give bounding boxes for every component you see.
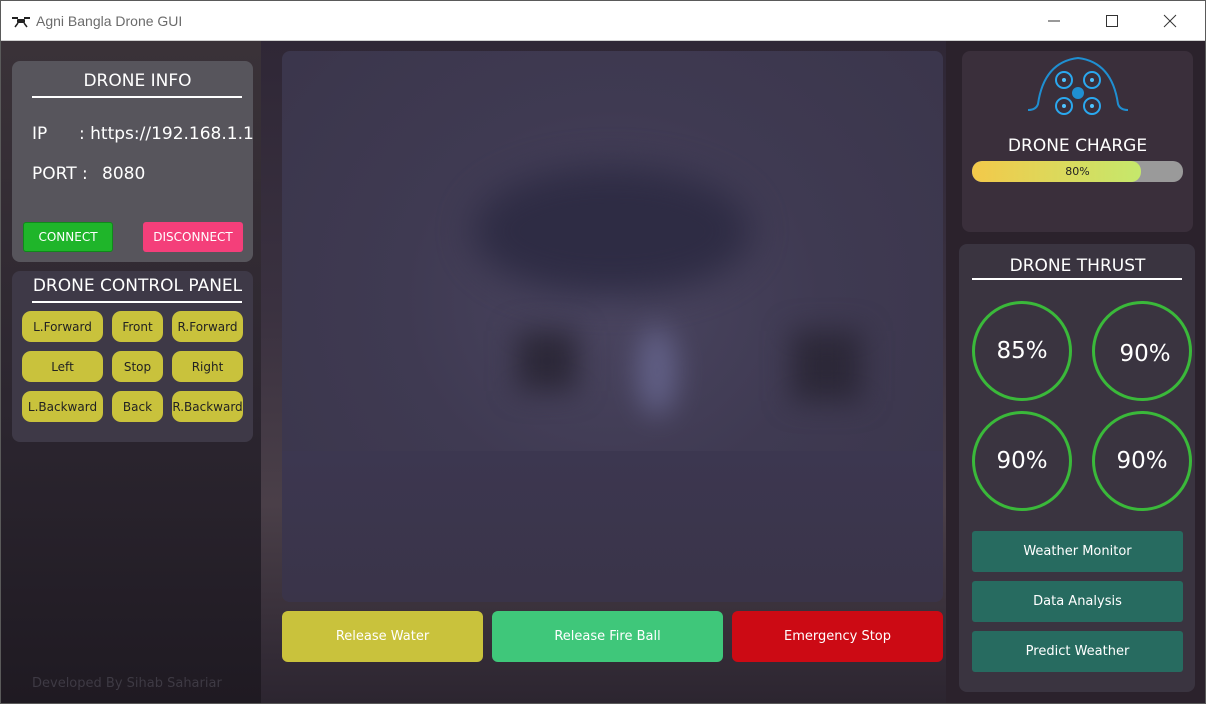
drone-charge-bar: 80% — [972, 161, 1183, 182]
title-bar: Agni Bangla Drone GUI — [1, 1, 1205, 41]
drone-info-title: DRONE INFO — [83, 71, 192, 91]
drone-icon — [11, 14, 31, 28]
drone-thrust-title: DRONE THRUST — [1009, 256, 1146, 276]
connect-button[interactable]: CONNECT — [23, 222, 113, 252]
feed-ground — [282, 451, 943, 602]
left-backward-button[interactable]: L.Backward — [22, 391, 103, 422]
close-button[interactable] — [1141, 1, 1199, 41]
drone-charge-title: DRONE CHARGE — [1007, 136, 1148, 156]
motor-2-thrust-gauge: 90% — [1092, 301, 1192, 401]
feed-drone-glow — [637, 326, 677, 416]
stop-button[interactable]: Stop — [112, 351, 163, 382]
feed-drone-shape — [472, 166, 752, 296]
drone-logo-icon — [1027, 56, 1129, 115]
port-label: PORT : — [32, 164, 88, 184]
developer-credit: Developed By Sihab Sahariar — [32, 676, 222, 691]
minimize-icon — [1048, 20, 1060, 22]
maximize-button[interactable] — [1083, 1, 1141, 41]
release-fire-ball-button[interactable]: Release Fire Ball — [492, 611, 723, 662]
minimize-button[interactable] — [1025, 1, 1083, 41]
right-button[interactable]: Right — [172, 351, 243, 382]
drone-thrust-divider — [972, 278, 1182, 280]
camera-feed — [282, 51, 943, 602]
predict-weather-button[interactable]: Predict Weather — [972, 631, 1183, 672]
port-value: 8080 — [102, 164, 146, 184]
ip-value: : https://192.168.1.1 — [79, 124, 254, 144]
release-water-button[interactable]: Release Water — [282, 611, 483, 662]
motor-1-thrust-gauge: 85% — [972, 301, 1072, 401]
back-button[interactable]: Back — [112, 391, 163, 422]
maximize-icon — [1106, 15, 1118, 27]
feed-drone-leg-right — [792, 331, 862, 401]
close-icon — [1163, 14, 1177, 28]
control-panel-title: DRONE CONTROL PANEL — [32, 276, 243, 296]
front-button[interactable]: Front — [112, 311, 163, 342]
weather-monitor-button[interactable]: Weather Monitor — [972, 531, 1183, 572]
motor-4-thrust-gauge: 90% — [1092, 411, 1192, 511]
left-button[interactable]: Left — [22, 351, 103, 382]
right-backward-button[interactable]: R.Backward — [172, 391, 243, 422]
drone-charge-value: 80% — [1065, 165, 1090, 178]
left-forward-button[interactable]: L.Forward — [22, 311, 103, 342]
control-panel-divider — [32, 301, 242, 303]
drone-info-divider — [32, 96, 242, 98]
ip-label: IP — [32, 124, 48, 144]
right-forward-button[interactable]: R.Forward — [172, 311, 243, 342]
disconnect-button[interactable]: DISCONNECT — [143, 222, 243, 252]
app-window: Agni Bangla Drone GUI DRONE INFO IP : ht… — [0, 0, 1206, 704]
data-analysis-button[interactable]: Data Analysis — [972, 581, 1183, 622]
feed-drone-leg-left — [517, 331, 577, 391]
window-title: Agni Bangla Drone GUI — [36, 13, 183, 29]
motor-3-thrust-gauge: 90% — [972, 411, 1072, 511]
emergency-stop-button[interactable]: Emergency Stop — [732, 611, 943, 662]
